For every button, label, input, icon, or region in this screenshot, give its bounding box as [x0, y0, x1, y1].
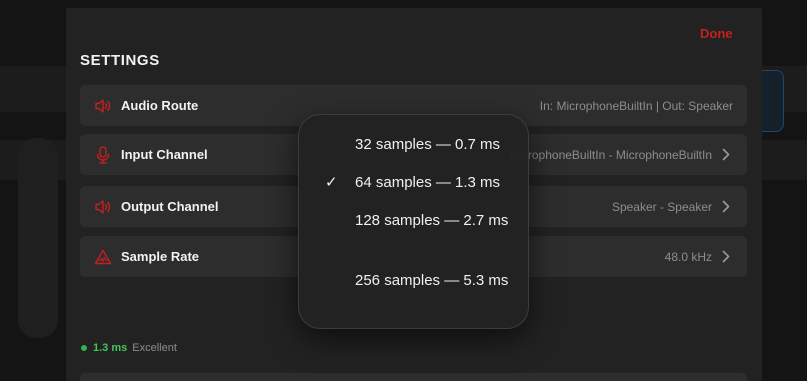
- background-slider: [18, 138, 58, 338]
- audio-route-value: In: MicrophoneBuiltIn | Out: Speaker: [539, 98, 733, 113]
- menu-item-label: 256 samples — 5.3 ms: [355, 272, 509, 289]
- microphone-icon: [93, 145, 113, 165]
- menu-item-128-samples[interactable]: 128 samples — 2.7 ms: [299, 211, 528, 255]
- menu-item-256-samples[interactable]: 256 samples — 5.3 ms: [299, 271, 528, 315]
- sample-rate-label: Sample Rate: [121, 249, 200, 264]
- input-channel-value: MicrophoneBuiltIn - MicrophoneBuiltIn: [509, 147, 712, 162]
- audio-route-label: Audio Route: [121, 98, 199, 113]
- menu-item-32-samples[interactable]: 32 samples — 0.7 ms: [299, 135, 528, 159]
- chevron-right-icon: [722, 148, 732, 162]
- speaker-icon: [93, 96, 113, 116]
- input-channel-label: Input Channel: [121, 147, 208, 162]
- status-dot-icon: [81, 345, 87, 351]
- menu-item-label: 32 samples — 0.7 ms: [355, 136, 501, 153]
- speaker-icon: [93, 197, 113, 217]
- chevron-right-icon: [722, 250, 732, 264]
- chevron-right-icon: [722, 200, 732, 214]
- output-channel-label: Output Channel: [121, 199, 219, 214]
- settings-row-partial[interactable]: [80, 373, 747, 381]
- settings-title: SETTINGS: [80, 52, 160, 69]
- output-channel-value: Speaker - Speaker: [611, 199, 712, 214]
- checkmark-icon: ✓: [325, 174, 338, 191]
- sample-rate-value: 48.0 kHz: [664, 249, 712, 264]
- menu-item-64-samples[interactable]: ✓ 64 samples — 1.3 ms: [299, 173, 528, 197]
- latency-status: 1.3 ms Excellent: [81, 342, 177, 354]
- menu-item-label: 64 samples — 1.3 ms: [355, 174, 501, 191]
- waveform-warning-icon: [93, 247, 113, 267]
- done-button[interactable]: Done: [700, 26, 733, 41]
- menu-item-label: 128 samples — 2.7 ms: [355, 212, 509, 229]
- latency-value: 1.3 ms: [93, 342, 128, 354]
- latency-quality: Excellent: [132, 342, 177, 354]
- buffer-size-menu: 32 samples — 0.7 ms ✓ 64 samples — 1.3 m…: [298, 114, 529, 329]
